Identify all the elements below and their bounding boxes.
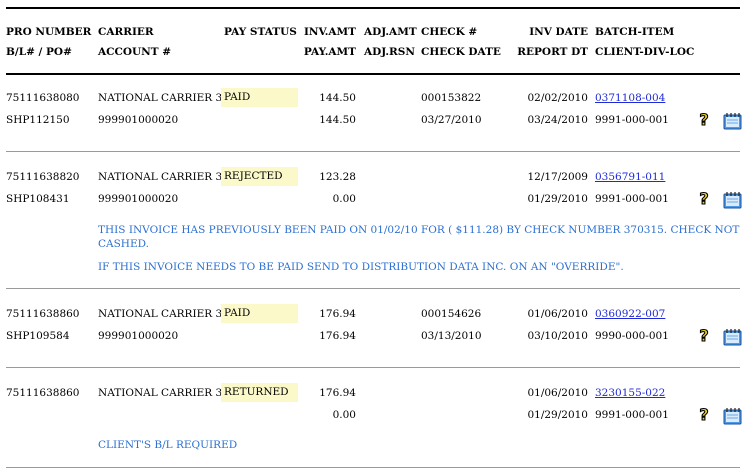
header-pay-amt: PAY.AMT [303, 46, 356, 58]
inv-date: 12/17/2009 [527, 171, 588, 183]
pro-number: 75111638860 [6, 387, 80, 399]
question-mark-icon[interactable]: ? [697, 405, 711, 423]
inv-date: 01/06/2010 [527, 308, 588, 320]
pay-amt: 0.00 [332, 409, 356, 421]
question-mark-icon[interactable]: ? [697, 326, 711, 344]
top-rule [6, 7, 740, 9]
row-divider [6, 288, 740, 289]
pro-number: 75111638820 [6, 171, 80, 183]
carrier-name: NATIONAL CARRIER 3 [98, 171, 223, 183]
status-badge: PAID [221, 88, 298, 107]
svg-text:?: ? [699, 110, 708, 128]
invoice-message: CASHED. [98, 238, 150, 250]
check-number: 000153822 [421, 92, 482, 104]
header-inv-amt: INV.AMT [303, 26, 356, 38]
header-pro-number: PRO NUMBER [6, 26, 92, 38]
notepad-icon[interactable] [721, 327, 743, 347]
report-date: 01/29/2010 [527, 193, 588, 205]
header-report-dt: REPORT DT [517, 46, 588, 58]
svg-text:?: ? [699, 405, 708, 423]
bl-number: SHP112150 [6, 114, 70, 126]
status-badge: REJECTED [221, 167, 298, 186]
svg-text:?: ? [699, 326, 708, 344]
header-batch-item: BATCH-ITEM [595, 26, 675, 38]
question-mark-icon[interactable]: ? [697, 189, 711, 207]
header-carrier: CARRIER [98, 26, 154, 38]
check-date: 03/27/2010 [421, 114, 482, 126]
inv-amt: 123.28 [319, 171, 356, 183]
row-divider [6, 467, 740, 468]
account-number: 999901000020 [98, 193, 179, 205]
invoice-message: IF THIS INVOICE NEEDS TO BE PAID SEND TO… [98, 261, 624, 273]
header-rule [6, 73, 740, 75]
pro-number: 75111638080 [6, 92, 80, 104]
check-number: 000154626 [421, 308, 482, 320]
svg-text:?: ? [699, 189, 708, 207]
header-account: ACCOUNT # [98, 46, 172, 58]
client-div-loc: 9991-000-001 [595, 409, 669, 421]
notepad-icon[interactable] [721, 190, 743, 210]
pro-number: 75111638860 [6, 308, 80, 320]
header-check-no: CHECK # [421, 26, 478, 38]
account-number: 999901000020 [98, 330, 179, 342]
batch-item-link[interactable]: 0356791-011 [595, 171, 665, 184]
pay-amt: 176.94 [319, 330, 356, 342]
inv-amt: 144.50 [319, 92, 356, 104]
row-divider [6, 367, 740, 368]
check-date: 03/13/2010 [421, 330, 482, 342]
row-divider [6, 151, 740, 152]
invoice-message: THIS INVOICE HAS PREVIOUSLY BEEN PAID ON… [98, 224, 740, 236]
batch-item-link[interactable]: 0371108-004 [595, 92, 665, 105]
inv-amt: 176.94 [319, 308, 356, 320]
notepad-icon[interactable] [721, 111, 743, 131]
carrier-name: NATIONAL CARRIER 3 [98, 387, 223, 399]
notepad-icon[interactable] [721, 406, 743, 426]
report-date: 03/24/2010 [527, 114, 588, 126]
header-inv-date: INV DATE [529, 26, 588, 38]
client-div-loc: 9990-000-001 [595, 330, 669, 342]
account-number: 999901000020 [98, 114, 179, 126]
question-mark-icon[interactable]: ? [697, 110, 711, 128]
header-bl-po: B/L# / PO# [6, 46, 72, 58]
pay-amt: 0.00 [332, 193, 356, 205]
carrier-name: NATIONAL CARRIER 3 [98, 92, 223, 104]
bl-number: SHP109584 [6, 330, 70, 342]
carrier-name: NATIONAL CARRIER 3 [98, 308, 223, 320]
inv-date: 02/02/2010 [527, 92, 588, 104]
batch-item-link[interactable]: 0360922-007 [595, 308, 665, 321]
header-client-div-loc: CLIENT-DIV-LOC [595, 46, 695, 58]
bl-number: SHP108431 [6, 193, 70, 205]
header-adj-amt: ADJ.AMT [364, 26, 417, 38]
invoice-message: CLIENT'S B/L REQUIRED [98, 439, 238, 451]
client-div-loc: 9991-000-001 [595, 114, 669, 126]
status-badge: RETURNED [221, 383, 298, 402]
inv-date: 01/06/2010 [527, 387, 588, 399]
client-div-loc: 9991-000-001 [595, 193, 669, 205]
status-badge: PAID [221, 304, 298, 323]
inv-amt: 176.94 [319, 387, 356, 399]
pay-amt: 144.50 [319, 114, 356, 126]
report-date: 03/10/2010 [527, 330, 588, 342]
header-adj-rsn: ADJ.RSN [364, 46, 415, 58]
batch-item-link[interactable]: 3230155-022 [595, 387, 665, 400]
report-date: 01/29/2010 [527, 409, 588, 421]
header-check-date: CHECK DATE [421, 46, 501, 58]
header-pay-status: PAY STATUS [224, 26, 297, 38]
